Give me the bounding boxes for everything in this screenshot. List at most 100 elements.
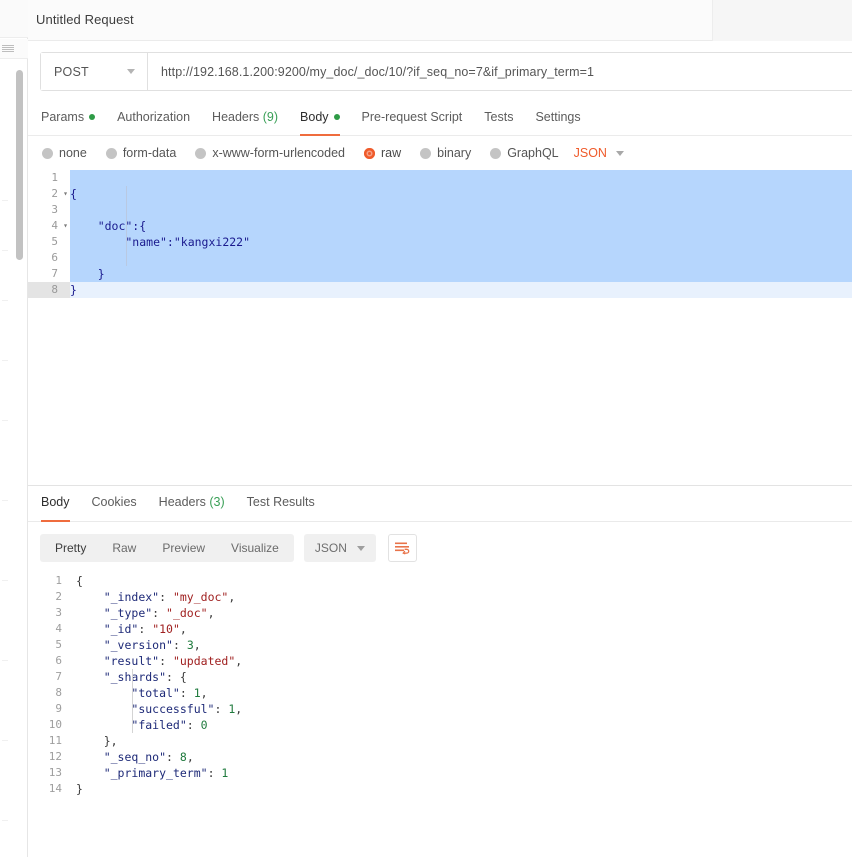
line-number: 9	[55, 702, 62, 715]
status-dot	[89, 113, 96, 120]
line-text: "name":"kangxi222"	[70, 235, 251, 249]
chevron-down-icon	[356, 545, 365, 551]
code-line: 8}	[28, 282, 852, 298]
radio-icon	[42, 147, 53, 159]
line-number: 12	[48, 750, 62, 763]
line-number: 11	[48, 734, 62, 747]
body-type-label: none	[59, 146, 87, 160]
line-text: }	[70, 283, 77, 297]
response-body-editor[interactable]: 1{2 "_index": "my_doc", 3 "_type": "_doc"…	[28, 573, 852, 857]
response-tab-cookies[interactable]: Cookies	[92, 486, 137, 521]
line-text: "_seq_no": 8,	[103, 750, 194, 764]
code-line: 1{	[28, 573, 852, 589]
sidebar-ghost-row	[2, 420, 8, 421]
sidebar-ghost-row	[2, 580, 8, 581]
line-text: }	[70, 267, 105, 281]
request-tab-pre-request-script[interactable]: Pre-request Script	[362, 102, 463, 135]
body-type-x-www-form-urlencoded[interactable]: x-www-form-urlencoded	[195, 146, 345, 160]
response-format-select[interactable]: JSON	[303, 534, 376, 562]
body-type-graphql[interactable]: GraphQL	[490, 146, 559, 160]
view-mode-raw[interactable]: Raw	[99, 536, 149, 560]
http-method-select[interactable]: POST	[41, 53, 148, 90]
tab-label: Cookies	[91, 495, 137, 509]
body-type-none[interactable]: none	[42, 146, 87, 160]
line-number: 8	[55, 686, 62, 699]
body-type-binary[interactable]: binary	[420, 146, 471, 160]
http-method-value: POST	[54, 64, 89, 79]
line-text: "_version": 3,	[103, 638, 201, 652]
request-tab-params[interactable]: Params	[41, 102, 96, 135]
postman-window: Untitled Request POST http://192.168.1.2…	[0, 0, 852, 857]
view-mode-pretty[interactable]: Pretty	[42, 536, 100, 560]
line-number: 4	[51, 219, 58, 232]
line-number: 2	[51, 187, 58, 200]
body-type-options: none form-data x-www-form-urlencoded raw bin…	[28, 136, 852, 170]
sidebar-ghost-row	[2, 300, 8, 301]
request-title[interactable]: Untitled Request	[36, 12, 134, 27]
body-type-label: raw	[381, 146, 402, 160]
request-tab-settings[interactable]: Settings	[535, 102, 580, 135]
line-text: "_index": "my_doc",	[103, 590, 236, 604]
fold-arrow-icon[interactable]: ▾	[61, 186, 70, 202]
body-type-label: binary	[437, 146, 472, 160]
request-tab-authorization[interactable]: Authorization	[117, 102, 190, 135]
request-body-editor[interactable]: 1 2 ▾{3 4 ▾ "doc":{5 "name":"kangxi222" 6 7 } 8…	[28, 170, 852, 485]
response-tab-test-results[interactable]: Test Results	[247, 486, 315, 521]
tab-count: (3)	[205, 495, 225, 509]
sidebar-ghost-row	[2, 200, 8, 201]
list-lines-icon	[2, 45, 14, 53]
view-mode-visualize[interactable]: Visualize	[218, 536, 292, 560]
request-format-select[interactable]: JSON	[574, 146, 624, 160]
radio-icon	[195, 147, 207, 159]
request-tab-bar: Untitled Request	[28, 0, 852, 41]
tab-label: Params	[41, 110, 85, 124]
code-line: 5 "_version": 3,	[28, 637, 852, 653]
line-number: 7	[51, 267, 58, 280]
response-tab-headers[interactable]: Headers (3)	[159, 486, 225, 521]
code-line: 4 "_id": "10",	[28, 621, 852, 637]
sidebar-scrollbar[interactable]	[16, 70, 23, 260]
code-line: 14}	[28, 781, 852, 797]
tab-label: Body	[41, 495, 70, 509]
code-line: 4 ▾ "doc":{	[28, 218, 852, 234]
sidebar-top-panel	[0, 0, 28, 38]
request-tab-headers[interactable]: Headers (9)	[212, 102, 278, 135]
body-type-raw[interactable]: raw	[364, 146, 401, 160]
line-number: 3	[51, 203, 58, 216]
fold-arrow-icon[interactable]: ▾	[61, 218, 70, 234]
line-number: 2	[55, 590, 62, 603]
response-format-value: JSON	[314, 541, 347, 555]
request-pane: Untitled Request POST http://192.168.1.2…	[28, 0, 852, 857]
request-tab-tests[interactable]: Tests	[484, 102, 513, 135]
tab-label: Tests	[484, 110, 514, 124]
line-number: 10	[48, 718, 62, 731]
tab-label: Authorization	[117, 110, 191, 124]
line-number: 1	[55, 574, 62, 587]
response-tabs: Body Cookies Headers (3) Test Results	[28, 486, 852, 522]
tab-label: Settings	[535, 110, 581, 124]
line-number: 1	[51, 171, 58, 184]
body-type-form-data[interactable]: form-data	[105, 146, 177, 160]
radio-icon	[420, 147, 432, 159]
radio-icon	[364, 147, 375, 159]
line-text: "_id": "10",	[103, 622, 187, 636]
word-wrap-icon	[394, 542, 410, 555]
url-input[interactable]: http://192.168.1.200:9200/my_doc/_doc/10…	[148, 53, 852, 90]
request-tab-body[interactable]: Body	[300, 102, 340, 136]
indent-guide	[132, 669, 133, 733]
word-wrap-button[interactable]	[387, 534, 417, 562]
body-type-label: form-data	[122, 146, 177, 160]
view-mode-preview[interactable]: Preview	[149, 536, 218, 560]
line-text: "result": "updated",	[103, 654, 243, 668]
line-number: 3	[55, 606, 62, 619]
url-row: POST http://192.168.1.200:9200/my_doc/_d…	[28, 41, 852, 102]
line-number: 5	[55, 638, 62, 651]
code-line: 13 "_primary_term": 1	[28, 765, 852, 781]
sidebar-list-icon-chip[interactable]	[0, 39, 28, 59]
line-number: 8	[51, 283, 58, 296]
line-text: "successful": 1,	[131, 702, 243, 716]
line-number: 6	[51, 251, 58, 264]
line-text: {	[76, 574, 83, 588]
response-tab-body[interactable]: Body	[41, 486, 70, 522]
tab-count: (9)	[259, 110, 279, 124]
